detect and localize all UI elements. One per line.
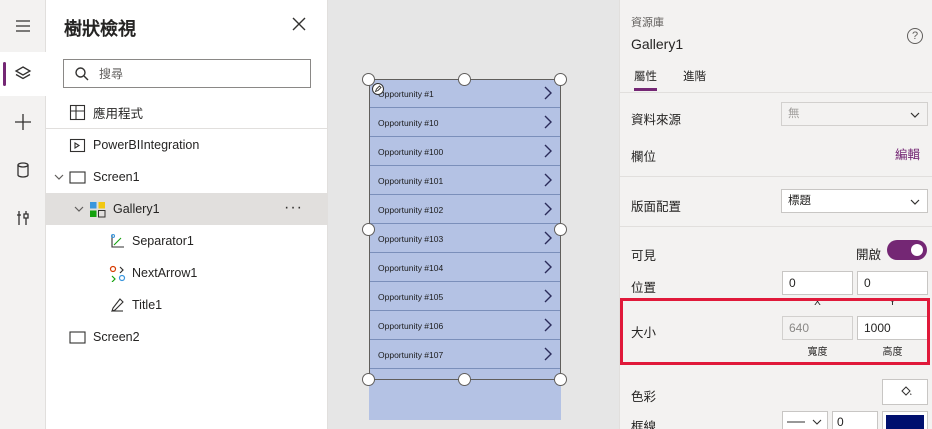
edit-pencil-icon[interactable] bbox=[372, 83, 384, 95]
screen-icon bbox=[68, 328, 86, 346]
divider bbox=[620, 176, 932, 177]
divider bbox=[620, 226, 932, 227]
position-x-input[interactable] bbox=[782, 271, 853, 295]
color-label: 色彩 bbox=[631, 390, 657, 404]
border-color-button[interactable] bbox=[882, 411, 928, 429]
tree-item-label: Screen2 bbox=[93, 330, 140, 344]
edit-fields-link[interactable]: 編輯 bbox=[895, 144, 920, 163]
tree-view-title: 樹狀檢視 bbox=[64, 19, 136, 39]
data-button[interactable] bbox=[0, 148, 46, 192]
advanced-tools-button[interactable] bbox=[0, 196, 46, 240]
hamburger-menu-button[interactable] bbox=[0, 4, 46, 48]
tree-item-screen1[interactable]: Screen1 bbox=[46, 161, 327, 193]
plus-icon bbox=[15, 114, 31, 130]
left-rail bbox=[0, 0, 46, 429]
tree-item-label: PowerBIIntegration bbox=[93, 138, 200, 152]
tree-view-button[interactable] bbox=[0, 52, 46, 96]
color-picker-button[interactable] bbox=[882, 379, 928, 405]
resize-handle-top[interactable] bbox=[458, 73, 471, 86]
resize-handle-bottom[interactable] bbox=[458, 373, 471, 386]
tree-item-label: Screen1 bbox=[93, 170, 140, 184]
data-source-label: 資料來源 bbox=[631, 113, 682, 127]
separator-icon bbox=[108, 232, 126, 250]
size-highlight-box bbox=[620, 298, 930, 365]
resize-handle-top-left[interactable] bbox=[362, 73, 375, 86]
tree-search-box[interactable] bbox=[63, 59, 311, 88]
insert-button[interactable] bbox=[0, 100, 46, 144]
visible-state: 開啟 bbox=[856, 248, 882, 262]
fields-label: 欄位 bbox=[631, 150, 657, 164]
control-name[interactable]: Gallery1 bbox=[631, 36, 683, 52]
selection-frame bbox=[369, 79, 561, 380]
resize-handle-top-right[interactable] bbox=[554, 73, 567, 86]
data-source-value: 無 bbox=[788, 108, 800, 120]
close-tree-button[interactable] bbox=[291, 16, 311, 36]
powerbi-component-icon bbox=[68, 136, 86, 154]
chevron-down-icon bbox=[909, 107, 921, 119]
layout-dropdown[interactable]: 標題 bbox=[781, 189, 928, 213]
border-label: 框線 bbox=[631, 420, 657, 429]
tab-advanced[interactable]: 進階 bbox=[683, 68, 706, 88]
next-arrow-icon bbox=[108, 264, 126, 282]
resize-handle-left[interactable] bbox=[362, 223, 375, 236]
tree-item-nextarrow1[interactable]: NextArrow1 bbox=[46, 257, 327, 289]
border-style-dropdown[interactable] bbox=[782, 411, 828, 429]
chevron-down-icon[interactable] bbox=[53, 171, 65, 183]
visible-label: 可見 bbox=[631, 249, 657, 263]
position-label: 位置 bbox=[631, 281, 657, 295]
tree-item-app[interactable]: 應用程式 bbox=[46, 97, 327, 129]
search-icon bbox=[75, 66, 89, 80]
resize-handle-right[interactable] bbox=[554, 223, 567, 236]
layers-icon bbox=[14, 66, 32, 80]
properties-panel: 資源庫 Gallery1 ? 屬性 進階 資料來源 無 欄位 編輯 版面配置 標… bbox=[619, 0, 932, 429]
chevron-down-icon[interactable] bbox=[73, 203, 85, 215]
tree-item-label: 應用程式 bbox=[93, 107, 144, 121]
help-icon[interactable]: ? bbox=[907, 28, 923, 44]
divider bbox=[620, 92, 932, 93]
tree-item-title1[interactable]: Title1 bbox=[46, 289, 327, 321]
chevron-down-icon bbox=[909, 194, 921, 206]
layout-value: 標題 bbox=[788, 195, 811, 207]
more-options-button[interactable]: ··· bbox=[284, 199, 303, 217]
tab-properties[interactable]: 屬性 bbox=[634, 68, 657, 91]
title-icon bbox=[108, 296, 126, 314]
close-icon bbox=[292, 17, 306, 31]
screen-icon bbox=[68, 168, 86, 186]
control-category: 資源庫 bbox=[631, 17, 664, 29]
tree-item-label: NextArrow1 bbox=[132, 266, 198, 280]
tree-item-powerbi-integration[interactable]: PowerBIIntegration bbox=[46, 129, 327, 161]
tree-view-panel: 樹狀檢視 應用程式 PowerBIIntegration Screen1 bbox=[46, 0, 328, 429]
tree-item-label: Separator1 bbox=[132, 234, 194, 248]
border-color-swatch bbox=[886, 415, 924, 429]
tree-item-screen2[interactable]: Screen2 bbox=[46, 321, 327, 353]
app-icon bbox=[68, 104, 86, 122]
tree-item-label: Title1 bbox=[132, 298, 163, 312]
layout-label: 版面配置 bbox=[631, 200, 682, 214]
tree-item-separator1[interactable]: Separator1 bbox=[46, 225, 327, 257]
paint-bucket-icon bbox=[901, 386, 912, 396]
position-y-input[interactable] bbox=[857, 271, 928, 295]
resize-handle-bottom-right[interactable] bbox=[554, 373, 567, 386]
tree-item-label: Gallery1 bbox=[113, 202, 160, 216]
hamburger-menu-icon bbox=[16, 20, 30, 32]
database-icon bbox=[17, 162, 29, 178]
gallery-icon bbox=[88, 200, 106, 218]
tree-item-gallery1[interactable]: Gallery1 ··· bbox=[46, 193, 327, 225]
line-style-icon bbox=[787, 419, 822, 425]
design-canvas[interactable]: Opportunity #1 Opportunity #10 Opportuni… bbox=[328, 0, 619, 429]
tree-search-input[interactable] bbox=[99, 66, 299, 81]
data-source-dropdown[interactable]: 無 bbox=[781, 102, 928, 126]
tools-icon bbox=[17, 211, 29, 225]
resize-handle-bottom-left[interactable] bbox=[362, 373, 375, 386]
visible-toggle[interactable] bbox=[887, 240, 927, 260]
border-width-input[interactable]: 0 bbox=[832, 411, 878, 429]
